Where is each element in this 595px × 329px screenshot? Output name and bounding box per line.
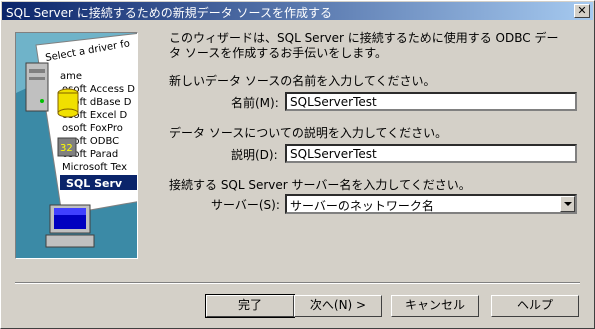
name-field[interactable]: SQLServerTest [285,92,577,111]
next-button[interactable]: 次へ(N) > [294,295,382,317]
driver-list-illustration: Select a driver fo ame osoft Access D os… [16,33,137,258]
description-label: 説明(D): [231,148,278,162]
cancel-button[interactable]: キャンセル [391,295,479,317]
intro-text: このウィザードは、SQL Server に接続するために使用する ODBC デー… [169,31,559,60]
driver-list-item: ame [60,71,82,82]
computer-icon [45,204,95,248]
server-icon [25,62,49,112]
dialog-window: SQL Server に接続するための新規データ ソースを作成する ✕ Sele… [0,0,595,329]
driver-list-item: osoft FoxPro [62,123,123,134]
close-icon[interactable]: ✕ [574,4,590,18]
server-combobox-value: サーバーのネットワーク名 [290,199,434,213]
description-prompt: データ ソースについての説明を入力してください。 [169,126,448,140]
finish-button[interactable]: 完了 [205,294,295,318]
window-title: SQL Server に接続するための新規データ ソースを作成する [6,6,332,20]
server-combobox[interactable]: サーバーのネットワーク名 [285,194,577,214]
database-icon [57,88,79,118]
server-label: サーバー(S): [211,198,280,212]
chevron-down-icon[interactable] [560,196,575,212]
divider [15,282,580,284]
driver-list-item: Microsoft Tex [62,162,127,173]
title-bar[interactable]: SQL Server に接続するための新規データ ソースを作成する ✕ [2,2,593,20]
svg-text:32: 32 [60,143,73,154]
name-label: 名前(M): [231,96,279,110]
help-button[interactable]: ヘルプ [491,295,579,317]
description-field[interactable]: SQLServerTest [285,144,577,163]
name-prompt: 新しいデータ ソースの名前を入力してください。 [169,74,436,88]
connector-badge-icon: 32 [57,137,77,157]
wizard-illustration: Select a driver fo ame osoft Access D os… [15,32,138,259]
server-prompt: 接続する SQL Server サーバー名を入力してください。 [169,178,471,192]
driver-list-selected: SQL Serv [66,177,123,190]
